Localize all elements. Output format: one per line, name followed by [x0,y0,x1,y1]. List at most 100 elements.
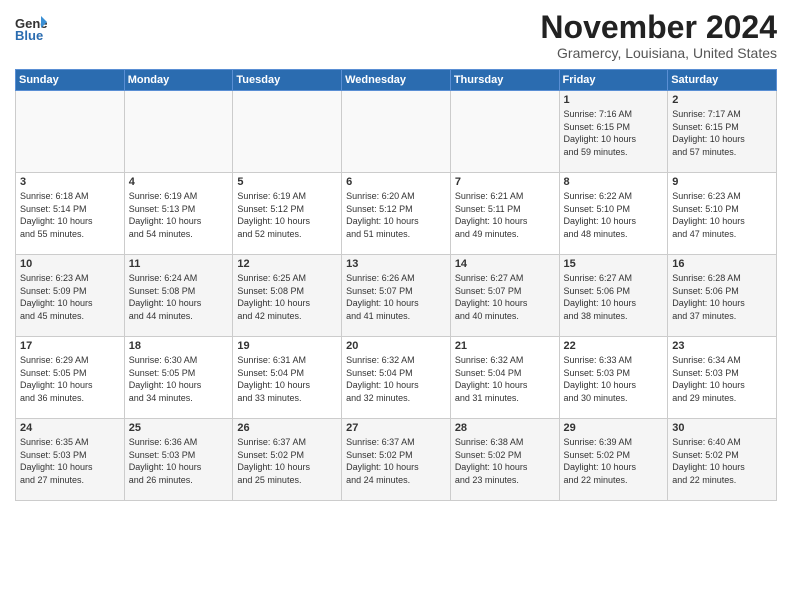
day-info: Sunrise: 6:19 AM Sunset: 5:12 PM Dayligh… [237,190,337,240]
day-number: 26 [237,422,337,434]
day-info: Sunrise: 6:20 AM Sunset: 5:12 PM Dayligh… [346,190,446,240]
day-info: Sunrise: 6:28 AM Sunset: 5:06 PM Dayligh… [672,272,772,322]
day-info: Sunrise: 6:31 AM Sunset: 5:04 PM Dayligh… [237,354,337,404]
day-cell: 19 Sunrise: 6:31 AM Sunset: 5:04 PM Dayli… [233,337,342,419]
day-number: 1 [564,94,664,106]
day-number: 16 [672,258,772,270]
day-cell: 22 Sunrise: 6:33 AM Sunset: 5:03 PM Dayli… [559,337,668,419]
day-number: 14 [455,258,555,270]
day-cell: 1 Sunrise: 7:16 AM Sunset: 6:15 PM Daylig… [559,91,668,173]
day-info: Sunrise: 7:17 AM Sunset: 6:15 PM Dayligh… [672,108,772,158]
day-info: Sunrise: 6:33 AM Sunset: 5:03 PM Dayligh… [564,354,664,404]
location: Gramercy, Louisiana, United States [540,45,777,61]
day-number: 4 [129,176,229,188]
day-cell: 26 Sunrise: 6:37 AM Sunset: 5:02 PM Dayli… [233,419,342,501]
day-cell: 25 Sunrise: 6:36 AM Sunset: 5:03 PM Dayli… [124,419,233,501]
day-info: Sunrise: 6:21 AM Sunset: 5:11 PM Dayligh… [455,190,555,240]
day-cell: 5 Sunrise: 6:19 AM Sunset: 5:12 PM Daylig… [233,173,342,255]
day-cell: 21Sunrise: 6:32 AM Sunset: 5:04 PM Dayli… [450,337,559,419]
day-cell: 2Sunrise: 7:17 AM Sunset: 6:15 PM Daylig… [668,91,777,173]
day-info: Sunrise: 6:18 AM Sunset: 5:14 PM Dayligh… [20,190,120,240]
day-info: Sunrise: 6:36 AM Sunset: 5:03 PM Dayligh… [129,436,229,486]
col-saturday: Saturday [668,70,777,91]
col-monday: Monday [124,70,233,91]
day-cell: 9 Sunrise: 6:23 AM Sunset: 5:10 PM Daylig… [668,173,777,255]
day-cell: 29 Sunrise: 6:39 AM Sunset: 5:02 PM Dayli… [559,419,668,501]
day-cell [450,91,559,173]
day-info: Sunrise: 6:27 AM Sunset: 5:06 PM Dayligh… [564,272,664,322]
day-cell [233,91,342,173]
day-info: Sunrise: 6:40 AM Sunset: 5:02 PM Dayligh… [672,436,772,486]
day-number: 29 [564,422,664,434]
day-cell: 27 Sunrise: 6:37 AM Sunset: 5:02 PM Dayli… [342,419,451,501]
day-cell [342,91,451,173]
page: General Blue November 2024 Gramercy, Lou… [0,0,792,612]
day-info: Sunrise: 6:29 AM Sunset: 5:05 PM Dayligh… [20,354,120,404]
day-cell: 30Sunrise: 6:40 AM Sunset: 5:02 PM Dayli… [668,419,777,501]
day-info: Sunrise: 6:23 AM Sunset: 5:10 PM Dayligh… [672,190,772,240]
week-row-4: 17Sunrise: 6:29 AM Sunset: 5:05 PM Dayli… [16,337,777,419]
day-number: 18 [129,340,229,352]
week-row-1: 1 Sunrise: 7:16 AM Sunset: 6:15 PM Daylig… [16,91,777,173]
col-thursday: Thursday [450,70,559,91]
day-cell: 28 Sunrise: 6:38 AM Sunset: 5:02 PM Dayli… [450,419,559,501]
day-number: 28 [455,422,555,434]
day-cell: 7Sunrise: 6:21 AM Sunset: 5:11 PM Daylig… [450,173,559,255]
day-info: Sunrise: 6:32 AM Sunset: 5:04 PM Dayligh… [346,354,446,404]
day-info: Sunrise: 6:38 AM Sunset: 5:02 PM Dayligh… [455,436,555,486]
day-number: 19 [237,340,337,352]
day-info: Sunrise: 6:37 AM Sunset: 5:02 PM Dayligh… [346,436,446,486]
day-cell: 6 Sunrise: 6:20 AM Sunset: 5:12 PM Daylig… [342,173,451,255]
day-cell [16,91,125,173]
day-cell: 23Sunrise: 6:34 AM Sunset: 5:03 PM Dayli… [668,337,777,419]
day-cell: 13Sunrise: 6:26 AM Sunset: 5:07 PM Dayli… [342,255,451,337]
week-row-5: 24Sunrise: 6:35 AM Sunset: 5:03 PM Dayli… [16,419,777,501]
day-info: Sunrise: 6:22 AM Sunset: 5:10 PM Dayligh… [564,190,664,240]
day-number: 8 [564,176,664,188]
day-number: 12 [237,258,337,270]
col-tuesday: Tuesday [233,70,342,91]
day-number: 21 [455,340,555,352]
day-info: Sunrise: 6:26 AM Sunset: 5:07 PM Dayligh… [346,272,446,322]
day-cell: 24Sunrise: 6:35 AM Sunset: 5:03 PM Dayli… [16,419,125,501]
day-info: Sunrise: 6:19 AM Sunset: 5:13 PM Dayligh… [129,190,229,240]
day-number: 25 [129,422,229,434]
day-cell: 14 Sunrise: 6:27 AM Sunset: 5:07 PM Dayli… [450,255,559,337]
logo-icon: General Blue [15,14,47,42]
day-number: 23 [672,340,772,352]
week-row-2: 3 Sunrise: 6:18 AM Sunset: 5:14 PM Daylig… [16,173,777,255]
day-number: 5 [237,176,337,188]
title-section: November 2024 Gramercy, Louisiana, Unite… [540,10,777,61]
day-info: Sunrise: 6:35 AM Sunset: 5:03 PM Dayligh… [20,436,120,486]
day-cell: 16 Sunrise: 6:28 AM Sunset: 5:06 PM Dayli… [668,255,777,337]
logo: General Blue [15,14,51,42]
day-number: 20 [346,340,446,352]
day-number: 9 [672,176,772,188]
day-info: Sunrise: 6:25 AM Sunset: 5:08 PM Dayligh… [237,272,337,322]
day-number: 22 [564,340,664,352]
week-row-3: 10 Sunrise: 6:23 AM Sunset: 5:09 PM Dayli… [16,255,777,337]
day-number: 3 [20,176,120,188]
header: General Blue November 2024 Gramercy, Lou… [15,10,777,61]
month-title: November 2024 [540,10,777,45]
day-number: 27 [346,422,446,434]
day-number: 10 [20,258,120,270]
day-info: Sunrise: 7:16 AM Sunset: 6:15 PM Dayligh… [564,108,664,158]
calendar-table: Sunday Monday Tuesday Wednesday Thursday… [15,69,777,501]
day-number: 11 [129,258,229,270]
day-cell: 15Sunrise: 6:27 AM Sunset: 5:06 PM Dayli… [559,255,668,337]
day-cell: 17Sunrise: 6:29 AM Sunset: 5:05 PM Dayli… [16,337,125,419]
col-sunday: Sunday [16,70,125,91]
day-info: Sunrise: 6:23 AM Sunset: 5:09 PM Dayligh… [20,272,120,322]
day-info: Sunrise: 6:37 AM Sunset: 5:02 PM Dayligh… [237,436,337,486]
svg-text:Blue: Blue [15,28,43,42]
day-info: Sunrise: 6:27 AM Sunset: 5:07 PM Dayligh… [455,272,555,322]
header-row: Sunday Monday Tuesday Wednesday Thursday… [16,70,777,91]
day-cell: 4 Sunrise: 6:19 AM Sunset: 5:13 PM Daylig… [124,173,233,255]
day-cell: 20 Sunrise: 6:32 AM Sunset: 5:04 PM Dayli… [342,337,451,419]
day-cell: 12 Sunrise: 6:25 AM Sunset: 5:08 PM Dayli… [233,255,342,337]
day-number: 6 [346,176,446,188]
day-info: Sunrise: 6:39 AM Sunset: 5:02 PM Dayligh… [564,436,664,486]
day-cell: 3 Sunrise: 6:18 AM Sunset: 5:14 PM Daylig… [16,173,125,255]
day-cell: 11Sunrise: 6:24 AM Sunset: 5:08 PM Dayli… [124,255,233,337]
